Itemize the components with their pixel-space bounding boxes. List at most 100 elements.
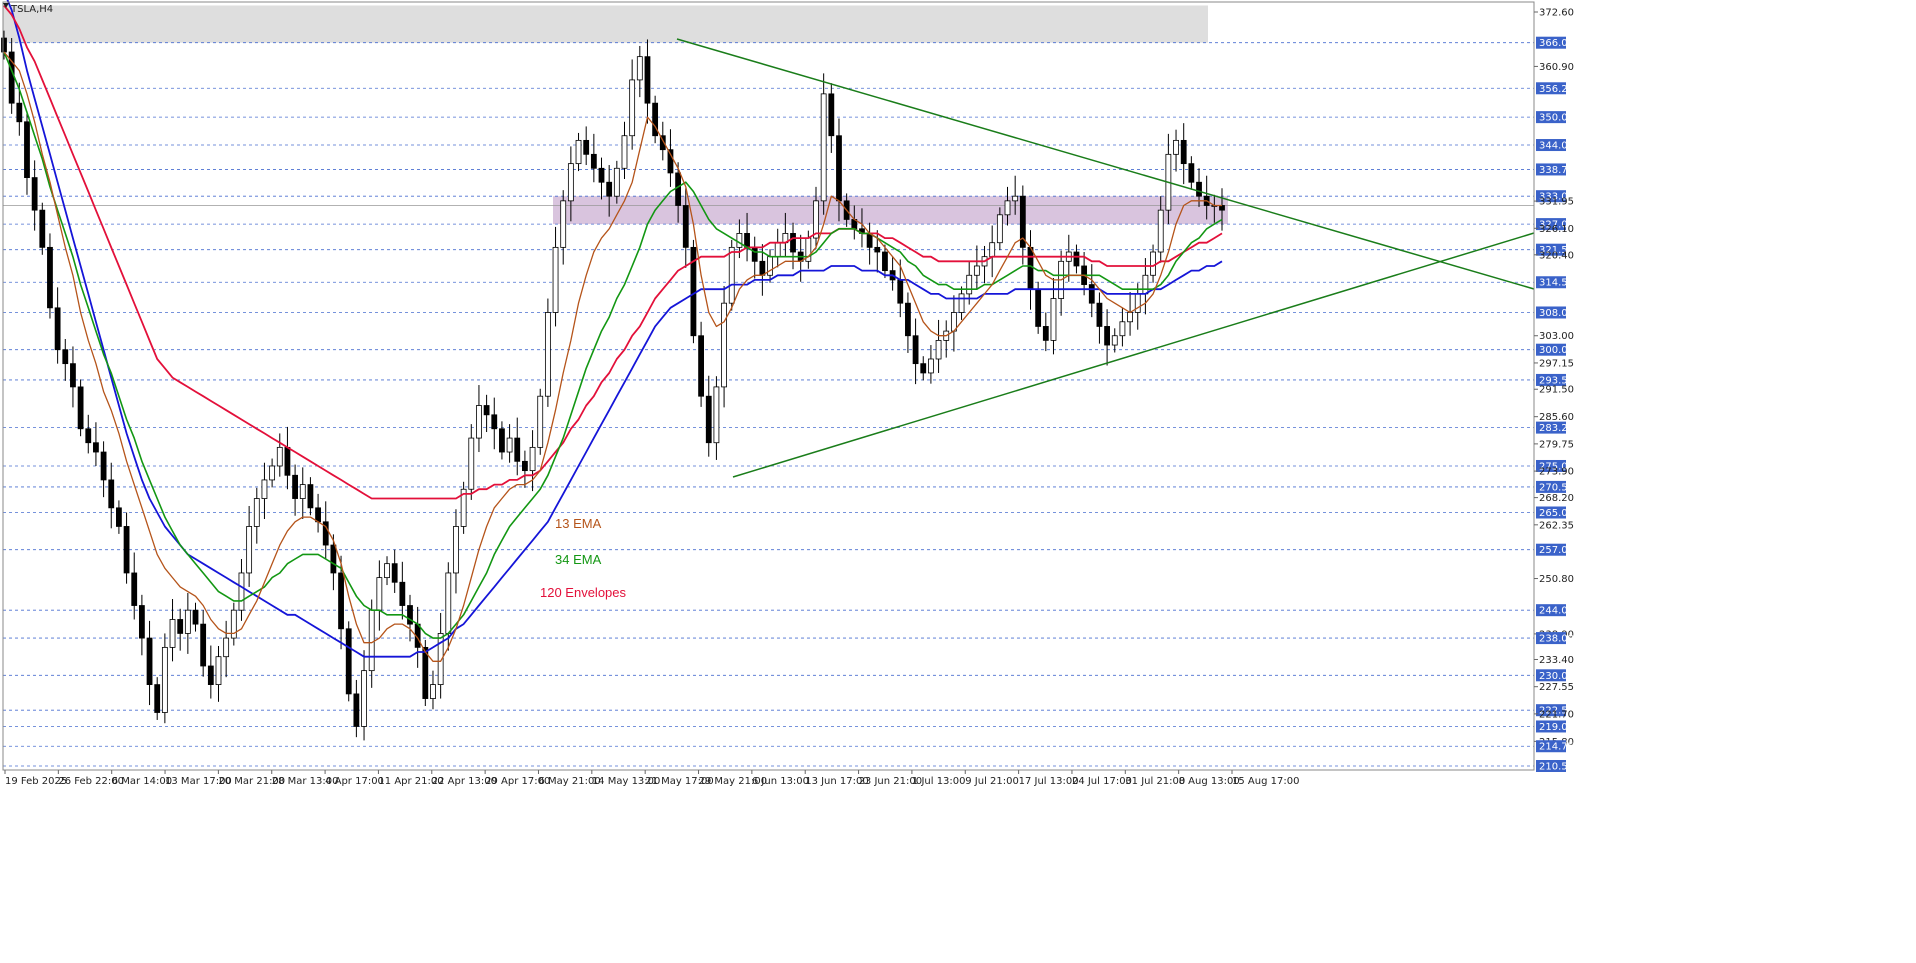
candle-body bbox=[253, 498, 260, 527]
candle-body bbox=[973, 265, 980, 276]
price-label: 338.75 bbox=[1539, 165, 1574, 176]
candle-body bbox=[116, 507, 122, 527]
candle-body bbox=[93, 442, 99, 453]
price-label: 279.75 bbox=[1539, 439, 1574, 450]
price-label: 372.60 bbox=[1539, 8, 1574, 19]
price-label: 283.25 bbox=[1539, 423, 1574, 434]
candle-body bbox=[384, 563, 390, 579]
candle-body bbox=[54, 307, 61, 351]
price-label: 331.95 bbox=[1539, 197, 1574, 208]
time-label: 8 Aug 13:00 bbox=[1179, 776, 1240, 787]
candle-body bbox=[1, 37, 7, 53]
price-label: 230.00 bbox=[1539, 671, 1574, 682]
candle-body bbox=[276, 446, 283, 467]
candle-body bbox=[713, 386, 720, 444]
candle-body bbox=[161, 646, 168, 713]
candle-body bbox=[39, 209, 46, 248]
candle-body bbox=[353, 693, 360, 727]
candle-body bbox=[31, 177, 38, 211]
price-label: 366.00 bbox=[1539, 38, 1574, 49]
price-label: 244.00 bbox=[1539, 606, 1574, 617]
candle-body bbox=[169, 619, 176, 648]
price-label: 285.60 bbox=[1539, 412, 1574, 423]
price-label: 297.15 bbox=[1539, 358, 1574, 369]
candle-body bbox=[62, 349, 69, 365]
candle-body bbox=[468, 437, 475, 490]
candle-body bbox=[238, 572, 245, 611]
candle-body bbox=[47, 246, 53, 309]
candle-body bbox=[966, 274, 973, 295]
candle-body bbox=[85, 428, 92, 444]
candle-body bbox=[1096, 302, 1103, 327]
candle-body bbox=[284, 446, 291, 476]
candle-body bbox=[705, 395, 712, 444]
candle-body bbox=[1088, 284, 1095, 304]
candle-body bbox=[866, 233, 873, 248]
candle-body bbox=[1012, 195, 1019, 202]
price-chart[interactable]: 372.60 366.00 360.90 356.20 350.00 344.00 338.… bbox=[0, 0, 1916, 963]
candle-body bbox=[613, 167, 620, 197]
candle-body bbox=[774, 242, 781, 258]
price-label: 250.80 bbox=[1539, 574, 1574, 585]
price-label: 303.00 bbox=[1539, 331, 1574, 342]
candle-body bbox=[736, 233, 743, 248]
symbol-title: TSLA,H4 bbox=[3, 3, 53, 15]
candle-body bbox=[1134, 293, 1141, 313]
price-label: 300.00 bbox=[1539, 345, 1574, 356]
candle-body bbox=[1173, 139, 1179, 155]
candle-body bbox=[1050, 298, 1057, 341]
price-label: 227.55 bbox=[1539, 682, 1574, 693]
candle-body bbox=[675, 172, 682, 206]
candle-body bbox=[399, 581, 406, 606]
time-label: 17 Jul 13:00 bbox=[1019, 776, 1079, 787]
candle-body bbox=[146, 637, 153, 685]
price-label: 262.35 bbox=[1539, 520, 1574, 531]
indicator-label: 120 Envelopes bbox=[540, 585, 627, 600]
candle-body bbox=[246, 526, 253, 574]
candle-body bbox=[1042, 326, 1049, 341]
candle-body bbox=[912, 335, 919, 365]
indicator-label: 13 EMA bbox=[555, 516, 602, 531]
candle-body bbox=[100, 451, 107, 481]
candle-body bbox=[430, 684, 436, 699]
price-label: 308.00 bbox=[1539, 308, 1574, 319]
candle-body bbox=[529, 446, 536, 472]
candle-body bbox=[24, 121, 30, 178]
candle-body bbox=[223, 637, 230, 658]
candle-body bbox=[177, 619, 184, 634]
candle-body bbox=[514, 437, 521, 462]
candle-body bbox=[1180, 139, 1187, 165]
price-label: 238.00 bbox=[1539, 634, 1574, 645]
candle-body bbox=[751, 246, 758, 262]
candle-body bbox=[292, 474, 298, 499]
candle-body bbox=[499, 428, 505, 453]
candle-body bbox=[1004, 200, 1011, 216]
candle-body bbox=[131, 572, 138, 606]
price-label: 356.20 bbox=[1539, 84, 1574, 95]
candle-body bbox=[874, 246, 881, 253]
price-label: 344.00 bbox=[1539, 141, 1574, 152]
price-label: 320.40 bbox=[1539, 250, 1574, 261]
candle-body bbox=[882, 251, 888, 272]
price-label: 233.40 bbox=[1539, 655, 1574, 666]
candle-body bbox=[820, 93, 827, 202]
candle-body bbox=[928, 358, 934, 374]
time-label: 31 Jul 21:00 bbox=[1125, 776, 1185, 787]
candle-body bbox=[920, 363, 927, 374]
resistance-zone bbox=[3, 5, 1208, 43]
price-label: 214.75 bbox=[1539, 742, 1574, 753]
candle-body bbox=[269, 465, 276, 481]
price-label: 270.50 bbox=[1539, 482, 1574, 493]
candle-body bbox=[560, 200, 567, 248]
candle-body bbox=[828, 93, 835, 137]
candle-body bbox=[721, 302, 727, 388]
candle-body bbox=[215, 656, 222, 685]
price-label: 350.00 bbox=[1539, 113, 1574, 124]
candle-body bbox=[813, 200, 819, 239]
price-label: 265.00 bbox=[1539, 508, 1574, 519]
time-label: 1 Jul 13:00 bbox=[912, 776, 966, 787]
candle-body bbox=[644, 56, 651, 104]
candle-body bbox=[698, 335, 704, 397]
candle-body bbox=[261, 479, 268, 499]
time-label: 15 Aug 17:00 bbox=[1232, 776, 1299, 787]
